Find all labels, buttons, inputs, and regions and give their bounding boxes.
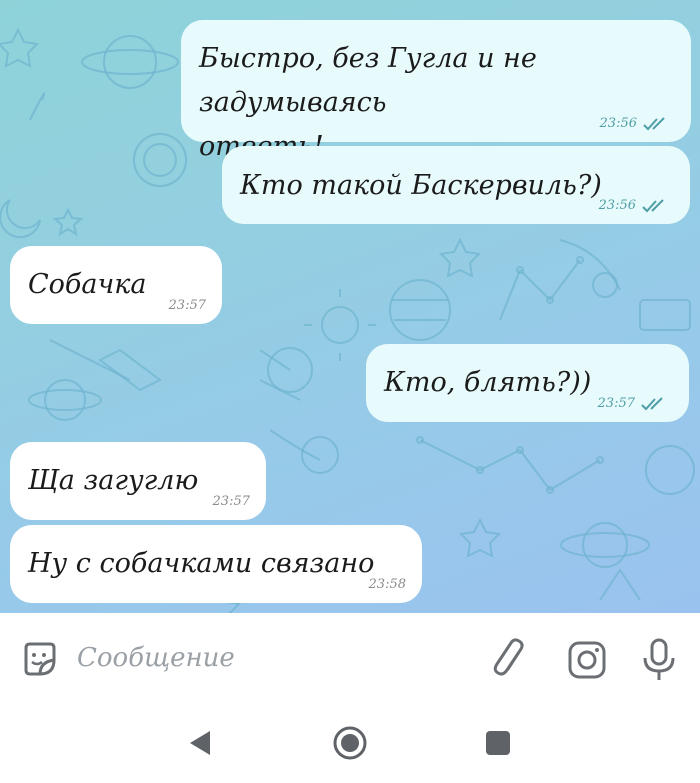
message-text: Кто такой Баскервиль?): [240, 170, 602, 201]
camera-icon[interactable]: [567, 640, 607, 680]
message-text: Кто, блять?)): [384, 367, 592, 398]
message-input[interactable]: Сообщение: [77, 641, 235, 675]
message-time: 23:57: [212, 494, 250, 509]
recents-icon[interactable]: [485, 730, 511, 756]
message-text: Ща загуглю: [28, 465, 199, 496]
message-meta: 23:57: [213, 494, 250, 510]
double-check-icon: [641, 397, 663, 411]
message-meta: 23:56: [599, 198, 668, 214]
message-text: Собачка: [28, 269, 147, 300]
message-time: 23:56: [599, 116, 637, 131]
message-time: 23:56: [598, 198, 636, 213]
paperclip-icon[interactable]: [493, 638, 529, 682]
message-bubble-outgoing[interactable]: Кто, блять?)) 23:57: [366, 344, 689, 422]
double-check-icon: [643, 117, 665, 131]
message-time: 23:58: [368, 577, 406, 592]
message-time: 23:57: [597, 396, 635, 411]
chat-area[interactable]: Быстро, без Гугла и не задумываясь ответ…: [0, 0, 700, 613]
system-navigation-bar: [0, 705, 700, 783]
message-meta: 23:58: [369, 577, 406, 593]
message-time: 23:57: [168, 298, 206, 313]
message-meta: 23:57: [169, 298, 206, 314]
home-icon[interactable]: [332, 725, 368, 761]
message-bubble-outgoing[interactable]: Кто такой Баскервиль?) 23:56: [222, 146, 690, 224]
message-text: Ну с собачками связано: [28, 548, 375, 579]
message-bubble-incoming[interactable]: Собачка 23:57: [10, 246, 222, 324]
microphone-icon[interactable]: [641, 637, 677, 683]
message-composer: Сообщение: [0, 613, 700, 705]
message-meta: 23:57: [598, 396, 667, 412]
message-bubble-outgoing[interactable]: Быстро, без Гугла и не задумываясь ответ…: [181, 20, 691, 162]
sticker-icon[interactable]: [20, 640, 60, 680]
message-bubble-incoming[interactable]: Ну с собачками связано 23:58: [10, 525, 422, 603]
message-meta: 23:56: [600, 116, 669, 132]
message-bubble-incoming[interactable]: Ща загуглю 23:57: [10, 442, 266, 520]
back-icon[interactable]: [186, 728, 216, 758]
double-check-icon: [642, 199, 664, 213]
